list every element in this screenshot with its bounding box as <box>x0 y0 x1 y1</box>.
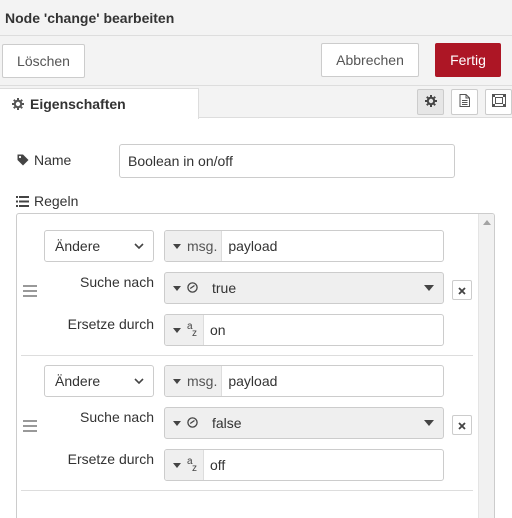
chevron-down-icon <box>134 378 144 384</box>
rules-scrollbar[interactable] <box>478 214 494 518</box>
search-label: Suche nach <box>80 409 154 425</box>
replace-value: on <box>210 322 226 338</box>
replace-label: Ersetze durch <box>67 316 154 332</box>
tab-properties-label: Eigenschaften <box>30 96 126 112</box>
rule-action-select[interactable]: Ändere <box>44 365 154 397</box>
drag-handle-icon[interactable] <box>23 420 37 432</box>
rule-item: Ändere msg. payload Suche nach true Erse… <box>17 214 477 356</box>
gear-icon <box>12 98 24 110</box>
dialog-button-bar: Löschen Abbrechen Fertig <box>0 36 512 86</box>
property-value: payload <box>228 238 278 254</box>
done-button[interactable]: Fertig <box>435 43 501 77</box>
toggle-icon <box>187 280 198 296</box>
property-prefix: msg. <box>187 373 218 389</box>
dialog-title: Node 'change' bearbeiten <box>5 10 175 26</box>
name-label-text: Name <box>34 152 72 168</box>
drag-handle-icon[interactable] <box>23 285 37 297</box>
toggle-icon <box>187 415 198 431</box>
rules-label: Regeln <box>16 193 78 209</box>
remove-rule-button[interactable] <box>452 280 472 300</box>
caret-down-icon <box>173 285 181 291</box>
document-icon <box>459 94 470 110</box>
tab-description-icon-button[interactable] <box>451 89 478 115</box>
rules-label-text: Regeln <box>34 193 79 209</box>
search-value-select[interactable]: true <box>164 272 444 304</box>
replace-value-input[interactable]: az on <box>164 314 444 346</box>
tab-bar: Eigenschaften <box>0 86 512 119</box>
caret-down-icon <box>173 378 181 384</box>
rule-action-value: Ändere <box>55 373 101 389</box>
tab-appearance-icon-button[interactable] <box>485 89 512 115</box>
name-input[interactable]: Boolean in on/off <box>119 144 455 178</box>
tab-settings-icon-button[interactable] <box>417 89 444 115</box>
caret-down-icon <box>173 243 181 249</box>
close-icon <box>458 417 466 433</box>
property-type-selector[interactable]: msg. <box>165 366 223 396</box>
replace-label: Ersetze durch <box>67 451 154 467</box>
chevron-down-icon <box>424 285 434 291</box>
caret-down-icon <box>173 462 181 468</box>
rule-property-input[interactable]: msg. payload <box>164 365 444 397</box>
search-value-select[interactable]: false <box>164 407 444 439</box>
rule-action-value: Ändere <box>55 238 101 254</box>
caret-down-icon <box>173 420 181 426</box>
az-icon: az <box>187 321 197 339</box>
remove-rule-button[interactable] <box>452 415 472 435</box>
cancel-button[interactable]: Abbrechen <box>321 43 419 77</box>
rule-item: Ändere msg. payload Suche nach false Ers… <box>17 349 477 491</box>
replace-value: off <box>210 457 226 473</box>
search-value: true <box>212 280 237 296</box>
caret-down-icon <box>173 327 181 333</box>
gear-icon <box>424 94 437 110</box>
scroll-up-arrow-icon[interactable] <box>483 220 491 225</box>
value-type-selector[interactable]: az <box>165 315 204 345</box>
delete-button[interactable]: Löschen <box>2 44 85 78</box>
value-type-selector[interactable]: az <box>165 450 204 480</box>
chevron-down-icon <box>134 243 144 249</box>
search-value: false <box>212 415 242 431</box>
tag-icon <box>17 154 29 166</box>
name-label: Name <box>17 152 71 168</box>
search-label: Suche nach <box>80 274 154 290</box>
tab-properties[interactable]: Eigenschaften <box>0 88 199 119</box>
rules-list: Ändere msg. payload Suche nach true Erse… <box>16 213 495 518</box>
property-value: payload <box>228 373 278 389</box>
rule-divider <box>21 490 473 491</box>
frame-icon <box>491 94 506 110</box>
chevron-down-icon <box>424 420 434 426</box>
rule-action-select[interactable]: Ändere <box>44 230 154 262</box>
replace-value-input[interactable]: az off <box>164 449 444 481</box>
dialog-titlebar: Node 'change' bearbeiten <box>0 0 512 36</box>
list-icon <box>16 195 29 207</box>
property-prefix: msg. <box>187 238 218 254</box>
close-icon <box>458 282 466 298</box>
rule-property-input[interactable]: msg. payload <box>164 230 444 262</box>
property-type-selector[interactable]: msg. <box>165 231 223 261</box>
az-icon: az <box>187 456 197 474</box>
